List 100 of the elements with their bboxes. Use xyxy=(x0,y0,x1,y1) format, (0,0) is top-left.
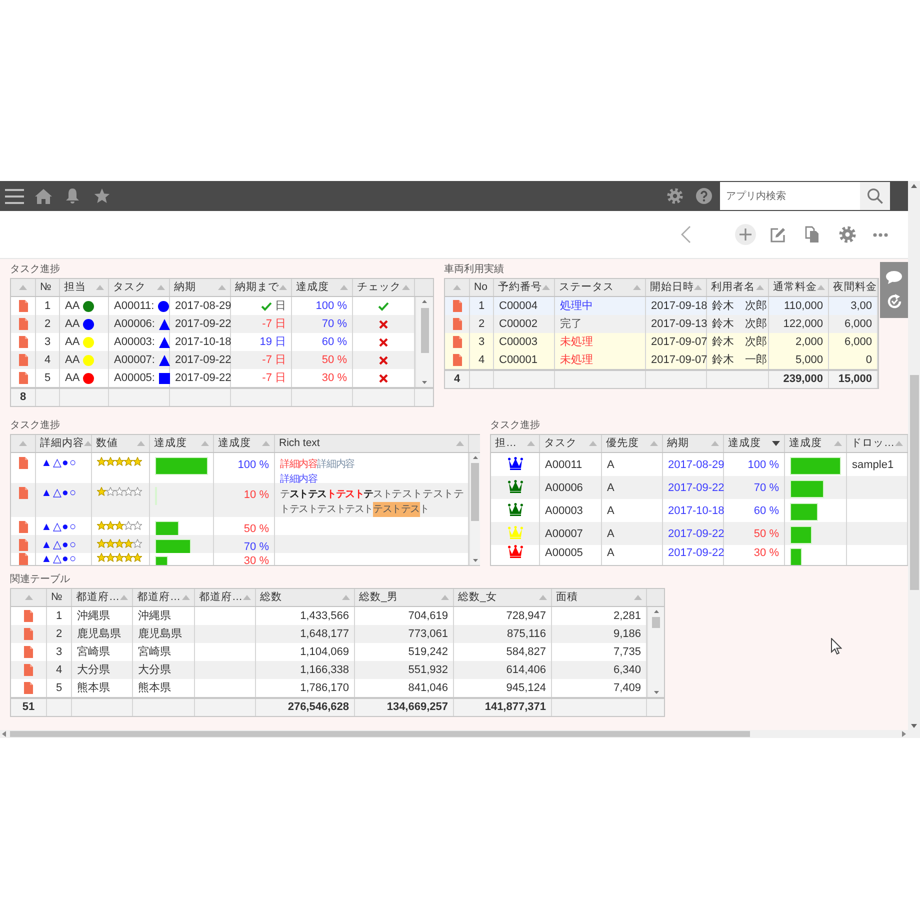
document-icon[interactable] xyxy=(18,553,28,565)
column-header[interactable]: 数値 xyxy=(92,435,150,452)
table-row[interactable]: 2 AA A00006: 2017-09-22 -7 日 70 % xyxy=(11,315,415,333)
scroll-up-icon[interactable] xyxy=(472,456,478,459)
scrollbar-thumb[interactable] xyxy=(910,375,918,590)
copy-icon[interactable] xyxy=(805,226,819,243)
column-header[interactable]: 達成度 xyxy=(150,435,214,452)
table-row[interactable]: 2 鹿児島県 鹿児島県 1,648,177 773,061 875,116 9,186 xyxy=(11,625,647,643)
column-header[interactable]: 都道府… xyxy=(195,589,256,606)
column-header[interactable]: 納期 xyxy=(170,279,231,296)
sort-icon[interactable] xyxy=(633,285,641,290)
column-header[interactable]: 担当 xyxy=(60,279,109,296)
table-row[interactable]: 4 C00001 未処理 2017-09-07 鈴木 一郎 5,000 0 xyxy=(445,351,878,369)
document-icon[interactable] xyxy=(24,664,33,676)
help-icon[interactable] xyxy=(696,188,712,204)
column-header[interactable]: 予約番号 xyxy=(494,279,555,296)
column-header[interactable]: 担… xyxy=(491,435,540,452)
scrollbar[interactable] xyxy=(415,297,433,387)
sort-icon[interactable] xyxy=(19,285,27,290)
column-header[interactable]: 詳細内容 xyxy=(36,435,92,452)
sort-descending-icon[interactable] xyxy=(772,441,780,446)
column-header[interactable]: タスク xyxy=(540,435,602,452)
document-icon[interactable] xyxy=(18,521,28,533)
sort-icon[interactable] xyxy=(19,441,27,446)
document-icon[interactable] xyxy=(452,318,462,330)
scroll-left-icon[interactable] xyxy=(2,731,6,737)
document-icon[interactable] xyxy=(24,646,33,658)
table-row[interactable]: ▲△●○ 70 % xyxy=(11,535,469,553)
document-icon[interactable] xyxy=(18,336,28,348)
column-header[interactable]: 達成度 xyxy=(292,279,353,296)
scroll-up-icon[interactable] xyxy=(911,184,917,188)
scrollbar[interactable] xyxy=(647,607,664,697)
search-button[interactable] xyxy=(860,182,890,210)
edit-icon[interactable] xyxy=(770,226,786,242)
bell-icon[interactable] xyxy=(65,188,80,204)
sort-icon[interactable] xyxy=(711,441,719,446)
menu-icon[interactable] xyxy=(5,188,24,204)
table-row[interactable]: 3 C00003 未処理 2017-09-07 鈴木 次郎 2,000 6,000 xyxy=(445,333,878,351)
settings-icon[interactable] xyxy=(667,188,683,204)
settings-icon[interactable] xyxy=(839,226,856,243)
sort-icon[interactable] xyxy=(817,285,825,290)
refresh-icon[interactable] xyxy=(886,294,902,309)
scroll-right-icon[interactable] xyxy=(902,731,906,737)
sort-icon[interactable] xyxy=(650,441,658,446)
document-icon[interactable] xyxy=(452,336,462,348)
document-icon[interactable] xyxy=(18,539,28,551)
sort-icon[interactable] xyxy=(96,285,104,290)
table-row[interactable]: 2 C00002 完了 2017-09-13 鈴木 次郎 122,000 6,000 xyxy=(445,315,878,333)
scrollbar-thumb[interactable] xyxy=(420,308,428,353)
sort-icon[interactable] xyxy=(634,595,642,600)
table-row[interactable]: 4 AA A00007: 2017-09-22 -7 日 50 % xyxy=(11,351,415,369)
column-header[interactable]: № xyxy=(36,279,60,296)
scroll-up-icon[interactable] xyxy=(654,610,658,613)
chat-bubble-icon[interactable] xyxy=(886,271,902,284)
column-header[interactable]: 利用者名 xyxy=(707,279,769,296)
sort-icon[interactable] xyxy=(456,441,464,446)
scroll-down-icon[interactable] xyxy=(422,381,427,384)
sort-icon[interactable] xyxy=(402,285,410,290)
sort-icon[interactable] xyxy=(340,285,348,290)
column-header[interactable]: 達成度 xyxy=(214,435,275,452)
column-header[interactable]: 総数_男 xyxy=(355,589,454,606)
document-icon[interactable] xyxy=(24,682,33,694)
sort-icon[interactable] xyxy=(756,285,764,290)
document-icon[interactable] xyxy=(18,457,28,469)
scroll-down-icon[interactable] xyxy=(654,691,658,694)
document-icon[interactable] xyxy=(18,318,28,330)
column-header[interactable]: 納期まで xyxy=(231,279,292,296)
document-icon[interactable] xyxy=(452,354,462,366)
column-header[interactable]: Rich text xyxy=(275,435,469,452)
column-header[interactable]: 優先度 xyxy=(602,435,663,452)
table-row[interactable]: 1 C00004 処理中 2017-09-18 鈴木 次郎 110,000 3,00 xyxy=(445,297,878,315)
table-row[interactable]: 4 大分県 大分県 1,166,338 551,932 614,406 6,340 xyxy=(11,661,647,679)
column-header[interactable]: 達成度 xyxy=(785,435,847,452)
document-icon[interactable] xyxy=(18,372,28,384)
sort-icon[interactable] xyxy=(218,285,226,290)
table-row[interactable]: ▲△●○ 10 % テストテス トテストテストテストテストテ トテストテストテスト テストテス ト xyxy=(11,483,469,517)
back-chevron-icon[interactable] xyxy=(681,226,691,243)
sort-icon[interactable] xyxy=(895,441,903,446)
sort-icon[interactable] xyxy=(182,595,190,600)
column-header[interactable]: 総数 xyxy=(256,589,355,606)
more-icon[interactable] xyxy=(873,232,888,236)
column-header[interactable]: 開始日時 xyxy=(646,279,707,296)
scrollbar-thumb[interactable] xyxy=(10,731,750,737)
sort-icon[interactable] xyxy=(542,285,550,290)
vertical-scrollbar[interactable] xyxy=(908,181,920,738)
sort-icon[interactable] xyxy=(24,595,32,600)
column-header[interactable]: 面積 xyxy=(552,589,647,606)
scrollbar[interactable] xyxy=(469,453,480,565)
sort-icon[interactable] xyxy=(589,441,597,446)
sort-icon[interactable] xyxy=(262,441,270,446)
search-field[interactable]: アプリ内検索 xyxy=(720,182,860,210)
column-header[interactable]: № xyxy=(47,589,72,606)
sort-icon[interactable] xyxy=(342,595,350,600)
horizontal-scrollbar[interactable] xyxy=(0,730,908,738)
column-header[interactable]: タスク xyxy=(109,279,170,296)
column-header[interactable]: 通常料金 xyxy=(769,279,829,296)
document-icon[interactable] xyxy=(18,300,28,312)
column-header[interactable]: 夜間料金 xyxy=(829,279,878,296)
scroll-up-icon[interactable] xyxy=(422,300,427,303)
document-icon[interactable] xyxy=(452,300,462,312)
